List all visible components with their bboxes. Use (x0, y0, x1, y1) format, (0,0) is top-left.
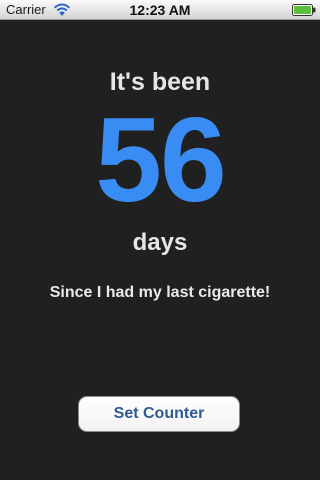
caption-label: Since I had my last cigarette! (49, 284, 271, 301)
clock: 12:23 AM (129, 2, 191, 18)
status-bar: Carrier 12:23 AM (0, 0, 320, 20)
battery-full-icon (292, 4, 316, 16)
day-count: 56 (95, 93, 226, 227)
set-counter-button[interactable]: Set Counter (78, 396, 240, 432)
app-screen: Carrier 12:23 AM It's been 56 days Since… (0, 0, 320, 480)
unit-label: days (132, 229, 188, 256)
